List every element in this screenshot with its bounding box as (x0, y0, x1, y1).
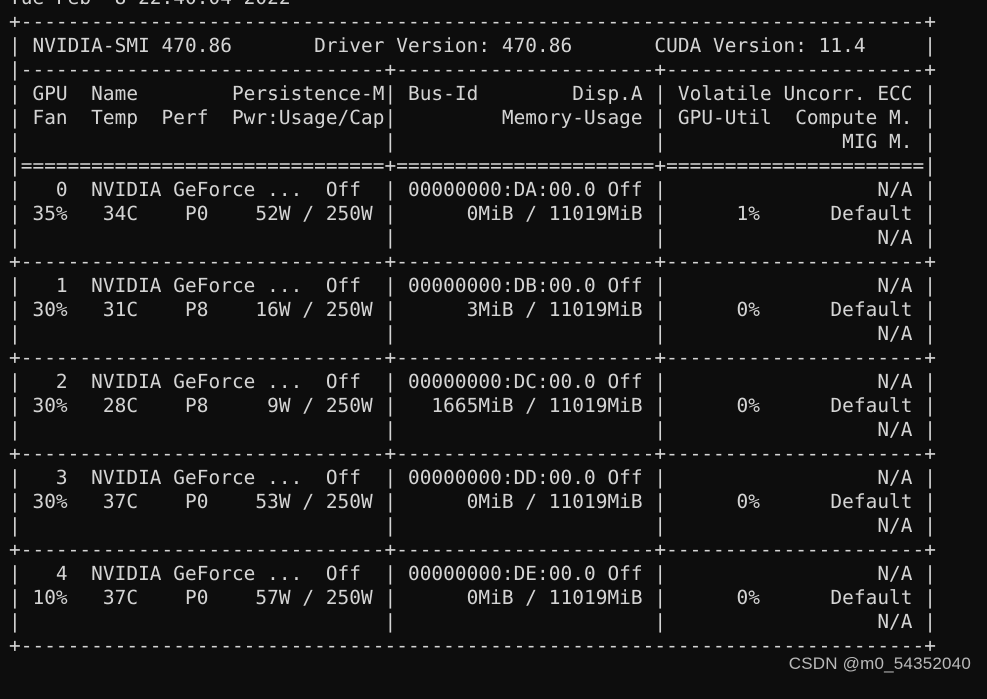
gpu-row-3-line-2: | 30% 37C P0 53W / 250W | 0MiB / 11019Mi… (9, 490, 936, 513)
gpu-row-4-line-3: | | | N/A | (9, 610, 936, 633)
gpu-row-1-line-2: | 30% 31C P8 16W / 250W | 3MiB / 11019Mi… (9, 298, 936, 321)
gpu-row-0-line-1: | 0 NVIDIA GeForce ... Off | 00000000:DA… (9, 178, 936, 201)
gpu-row-2-line-2: | 30% 28C P8 9W / 250W | 1665MiB / 11019… (9, 394, 936, 417)
gpu-row-1-line-1: | 1 NVIDIA GeForce ... Off | 00000000:DB… (9, 274, 936, 297)
timestamp-line: Tue Feb 8 22:40:04 2022 (0, 0, 987, 10)
gpu-row-3-line-1: | 3 NVIDIA GeForce ... Off | 00000000:DD… (9, 466, 936, 489)
gpu-row-2-line-1: | 2 NVIDIA GeForce ... Off | 00000000:DC… (9, 370, 936, 393)
gpu-separator-3: +-------------------------------+-------… (9, 538, 936, 561)
table-top-border: +---------------------------------------… (9, 10, 936, 33)
gpu-row-1-line-3: | | | N/A | (9, 322, 936, 345)
gpu-row-2-line-3: | | | N/A | (9, 418, 936, 441)
column-header-row-2: | Fan Temp Perf Pwr:Usage/Cap| Memory-Us… (9, 106, 936, 129)
terminal-window: | 2 NVIDIA GeForce ... Off | Tue Feb 8 2… (0, 0, 987, 680)
gpu-separator-1: +-------------------------------+-------… (9, 346, 936, 369)
gpu-separator-0: +-------------------------------+-------… (9, 250, 936, 273)
smi-version-header: | NVIDIA-SMI 470.86 Driver Version: 470.… (9, 34, 936, 57)
gpu-row-3-line-3: | | | N/A | (9, 514, 936, 537)
gpu-row-4-line-2: | 10% 37C P0 57W / 250W | 0MiB / 11019Mi… (9, 586, 936, 609)
gpu-separator-2: +-------------------------------+-------… (9, 442, 936, 465)
column-header-row-3: | | | MIG M. | (9, 130, 936, 153)
csdn-watermark: CSDN @m0_54352040 (788, 654, 971, 673)
header-rule: |-------------------------------+-------… (9, 58, 936, 81)
gpu-row-4-line-1: | 4 NVIDIA GeForce ... Off | 00000000:DE… (9, 562, 936, 585)
header-double-rule: |===============================+=======… (9, 154, 936, 177)
gpu-row-0-line-3: | | | N/A | (9, 226, 936, 249)
gpu-row-0-line-2: | 35% 34C P0 52W / 250W | 0MiB / 11019Mi… (9, 202, 936, 225)
column-header-row-1: | GPU Name Persistence-M| Bus-Id Disp.A … (9, 82, 936, 105)
